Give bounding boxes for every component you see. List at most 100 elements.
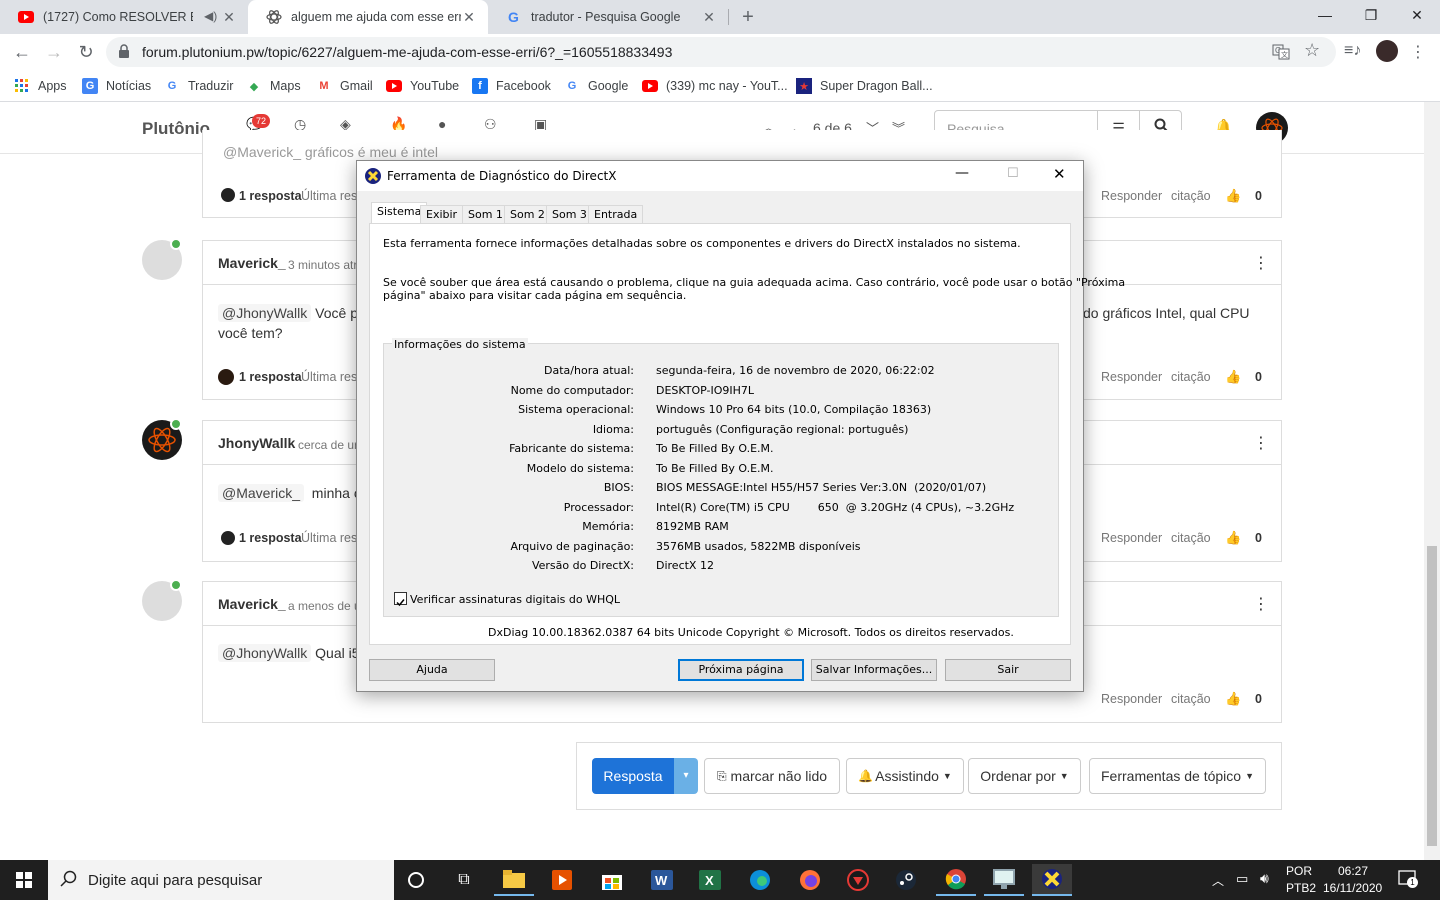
dialog-minimize-icon[interactable]: — [955,165,969,181]
keyboard-layout[interactable]: PTB2 [1286,881,1316,895]
replies-count[interactable]: 1 resposta [239,370,302,384]
steam-icon[interactable] [886,864,926,896]
exit-button[interactable]: Sair [945,659,1071,681]
new-tab-icon[interactable]: + [736,5,760,29]
taskbar-search-box[interactable]: Digite aqui para pesquisar [48,860,394,900]
save-info-button[interactable]: Salvar Informações... [811,659,937,681]
watching-button[interactable]: 🔔 Assistindo ▼ [846,758,964,794]
reply-topic-button[interactable]: Resposta [592,758,674,794]
bookmark-facebook[interactable]: f Facebook [472,76,551,96]
volume-icon[interactable]: 🔊︎ [1260,870,1269,887]
dialog-tab-sistema[interactable]: Sistema [371,202,428,224]
mention[interactable]: @Maverick_ [218,484,305,502]
bookmark-star-icon[interactable]: ☆ [1304,40,1320,61]
game-app-icon[interactable] [838,864,878,896]
reply-button[interactable]: Responder [1101,370,1162,384]
dialog-tab-som1[interactable]: Som 1 [462,205,509,223]
post-menu-icon[interactable]: ⋮ [1253,253,1269,273]
bookmark-youtube-mcnay[interactable]: (339) mc nay - YouT... [642,76,788,96]
whql-label[interactable]: Verificar assinaturas digitais do WHQL [410,593,620,606]
restore-window-icon[interactable]: ❐ [1348,0,1394,30]
bookmark-maps[interactable]: ◆ Maps [246,76,301,96]
post-author[interactable]: Maverick_ [218,255,286,271]
network-icon[interactable]: ▭ [1236,871,1248,887]
post-time[interactable]: cerca de ur [298,438,358,452]
store-icon[interactable] [592,864,632,896]
mention[interactable]: @JhonyWallk [218,304,312,322]
post-time[interactable]: a menos de u [288,599,361,613]
tab-google[interactable]: G tradutor - Pesquisa Google ✕ [488,0,728,34]
topic-tools-button[interactable]: Ferramentas de tópico ▼ [1089,758,1266,794]
replies-count[interactable]: 1 resposta [239,189,302,203]
help-button[interactable]: Ajuda [369,659,495,681]
quote-button[interactable]: citação [1171,370,1211,384]
close-tab-icon[interactable]: ✕ [460,8,478,26]
mark-unread-button[interactable]: ⎘ marcar não lido [704,758,840,794]
profile-avatar[interactable] [1376,40,1398,62]
minimize-window-icon[interactable]: — [1302,0,1348,30]
bookmark-traduzir[interactable]: G Traduzir [164,76,234,96]
bookmark-noticias[interactable]: G Notícias [82,76,151,96]
start-windows-icon[interactable] [4,864,44,896]
thumbs-up-icon[interactable]: 👍 [1225,188,1241,204]
page-scrollbar[interactable] [1424,102,1440,860]
post-author[interactable]: Maverick_ [218,596,286,612]
file-explorer-icon[interactable] [494,864,534,896]
action-center-icon[interactable]: 1 [1398,870,1418,888]
whql-checkbox[interactable] [394,592,407,607]
chrome-icon[interactable] [936,864,976,896]
dialog-close-icon[interactable]: ✕ [1053,165,1066,183]
bookmark-dragonball[interactable]: ★ Super Dragon Ball... [796,76,933,96]
browser-menu-icon[interactable]: ⋮ [1410,42,1426,62]
post-menu-icon[interactable]: ⋮ [1253,594,1269,614]
thumbs-up-icon[interactable]: 👍 [1225,369,1241,385]
tab-youtube[interactable]: (1727) Como RESOLVER ERRO ◀) ✕ [0,0,248,34]
reply-button[interactable]: Responder [1101,531,1162,545]
media-control-icon[interactable]: ≡♪ [1344,42,1361,60]
dialog-tab-som2[interactable]: Som 2 [504,205,551,223]
bookmark-google[interactable]: G Google [564,76,629,96]
post-menu-icon[interactable]: ⋮ [1253,433,1269,453]
mention[interactable]: @JhonyWallk [218,644,312,662]
scrollbar-thumb[interactable] [1427,546,1437,846]
reply-button[interactable]: Responder [1101,692,1162,706]
close-window-icon[interactable]: ✕ [1394,0,1440,30]
forum-brand[interactable]: Plutônio [142,119,210,139]
tray-chevron-icon[interactable]: ︿ [1212,872,1224,889]
post-time[interactable]: 3 minutos atr [288,258,357,272]
quote-button[interactable]: citação [1171,692,1211,706]
dialog-tab-som3[interactable]: Som 3 [546,205,593,223]
thumbs-up-icon[interactable]: 👍 [1225,530,1241,546]
clock-date[interactable]: 16/11/2020 [1323,881,1382,895]
reply-button[interactable]: Responder [1101,189,1162,203]
bookmark-apps[interactable]: Apps [14,76,67,96]
dialog-tab-entrada[interactable]: Entrada [588,205,644,223]
cortana-icon[interactable] [396,864,436,896]
bookmark-youtube[interactable]: YouTube [386,76,459,96]
translate-page-icon[interactable]: G文 [1272,44,1290,60]
input-language[interactable]: POR [1286,864,1312,878]
excel-icon[interactable]: X [690,864,730,896]
post-author[interactable]: JhonyWallk [218,435,295,451]
clock-time[interactable]: 06:27 [1338,864,1368,878]
sort-button[interactable]: Ordenar por ▼ [968,758,1081,794]
forward-icon[interactable]: → [40,38,68,66]
media-player-icon[interactable] [542,864,582,896]
quote-button[interactable]: citação [1171,189,1211,203]
word-icon[interactable]: W [642,864,682,896]
audio-playing-icon[interactable]: ◀) [204,9,217,23]
reply-dropdown-icon[interactable]: ▾ [674,758,698,794]
control-panel-icon[interactable] [984,864,1024,896]
tab-plutonium[interactable]: alguem me ajuda com esse erri | ✕ [248,0,488,34]
bookmark-gmail[interactable]: M Gmail [316,76,372,96]
next-page-button[interactable]: Próxima página [678,659,804,681]
close-tab-icon[interactable]: ✕ [700,8,718,26]
reload-icon[interactable]: ↻ [72,38,100,66]
dialog-titlebar[interactable]: Ferramenta de Diagnóstico do DirectX — ☐… [357,161,1083,191]
firefox-icon[interactable] [790,864,830,896]
replies-count[interactable]: 1 resposta [239,531,302,545]
task-view-icon[interactable]: ⧉ [444,864,484,896]
back-icon[interactable]: ← [8,38,36,66]
dialog-tab-exibir[interactable]: Exibir [420,205,464,223]
close-tab-icon[interactable]: ✕ [220,8,238,26]
